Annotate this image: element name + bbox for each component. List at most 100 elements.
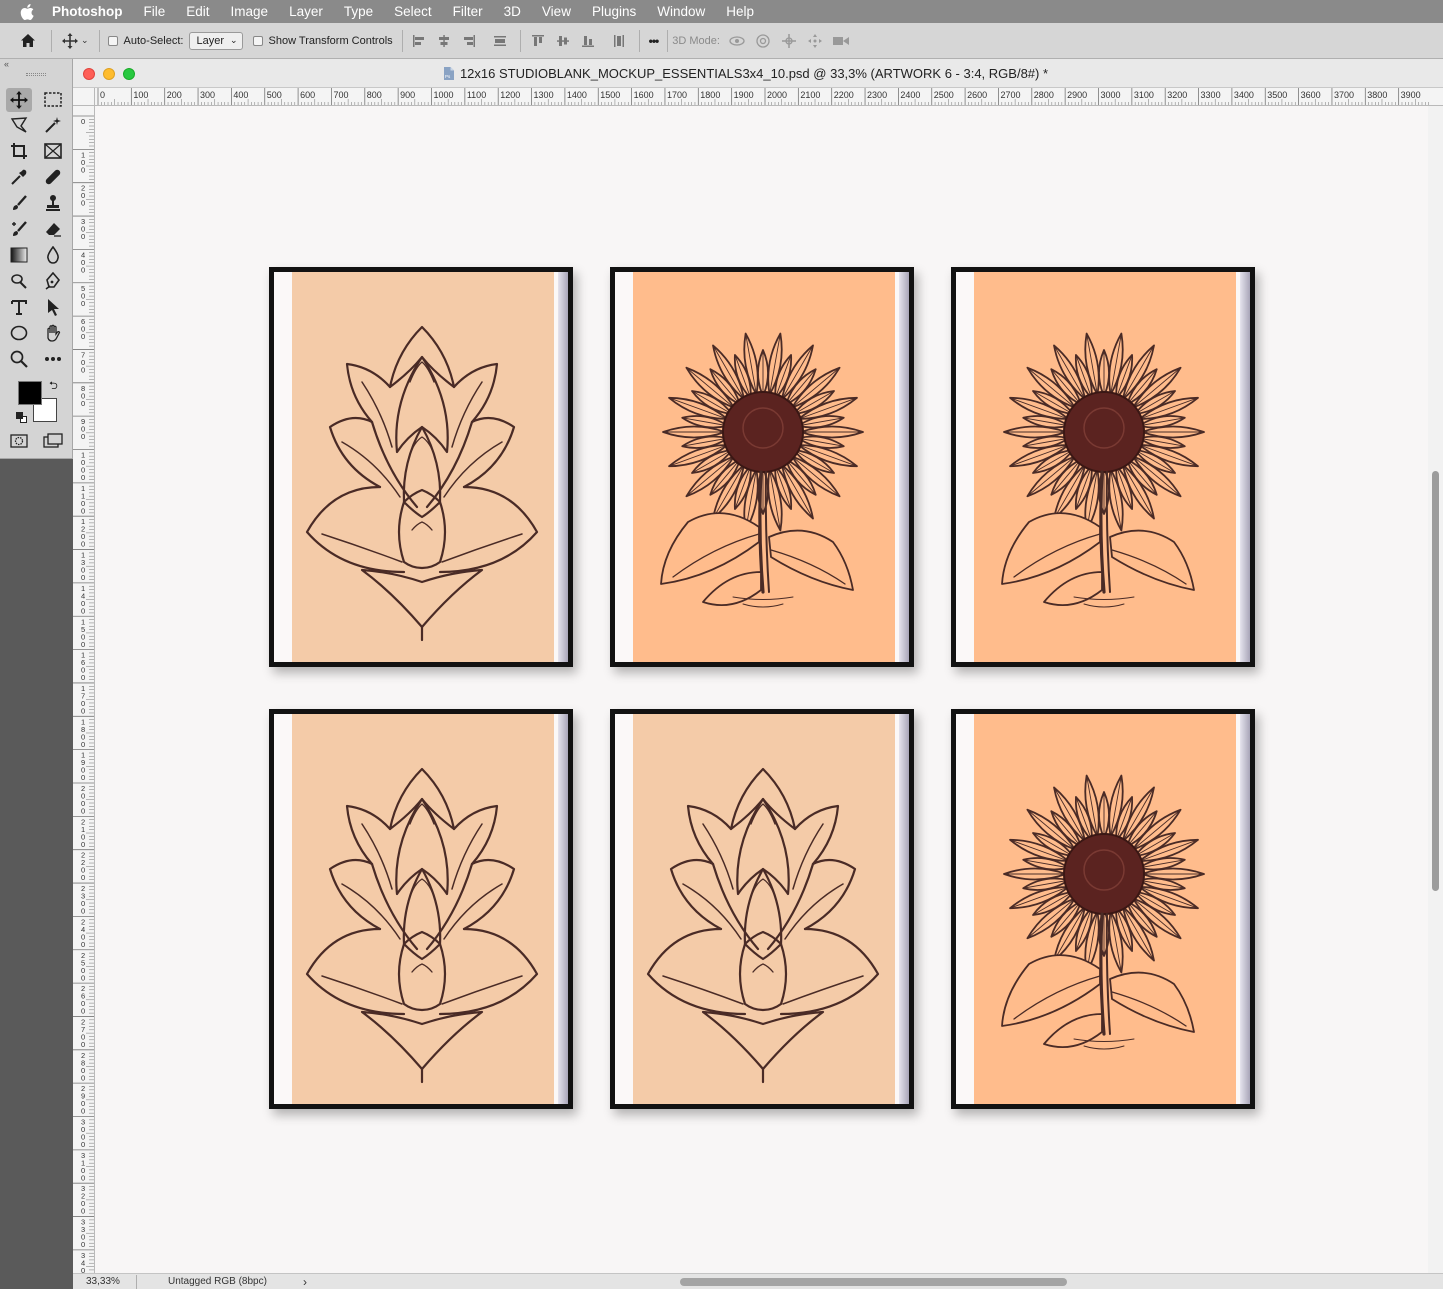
menu-select[interactable]: Select: [394, 4, 432, 19]
minimize-window-button[interactable]: [103, 68, 115, 80]
eyedropper-tool[interactable]: [6, 165, 32, 189]
picture-frame: [951, 709, 1255, 1109]
align-top-edges-icon[interactable]: [527, 30, 549, 52]
ruler-label: 1700: [667, 90, 687, 100]
brush-tool[interactable]: [6, 191, 32, 215]
distribute-horizontal-icon[interactable]: [608, 30, 630, 52]
ruler-label: 100: [81, 150, 85, 174]
horizontal-ruler[interactable]: 0 100 200 300 400 500 600 700 800 900 1000 1100 1200…: [95, 88, 1443, 106]
ruler-label: 300: [200, 90, 215, 100]
show-transform-label: Show Transform Controls: [268, 34, 393, 47]
ruler-label: 1900: [734, 90, 754, 100]
menu-3d[interactable]: 3D: [504, 4, 521, 19]
frame-mat: [615, 714, 909, 1104]
menu-layer[interactable]: Layer: [289, 4, 323, 19]
slide-3d-icon[interactable]: [804, 30, 826, 52]
options-bar: ⌄ Auto-Select: Layer ⌄ Show Transform Co…: [0, 23, 1443, 59]
zoom-tool[interactable]: [6, 347, 32, 371]
ruler-label: 2400: [81, 917, 85, 949]
auto-select-checkbox[interactable]: [107, 35, 118, 46]
crop-tool[interactable]: [6, 139, 32, 163]
swap-colors-icon[interactable]: ⮌: [49, 377, 58, 396]
document-canvas[interactable]: [95, 106, 1428, 1273]
edit-toolbar-icon[interactable]: [40, 347, 66, 371]
ruler-label: 2100: [81, 817, 85, 849]
menu-help[interactable]: Help: [726, 4, 754, 19]
roll-3d-icon[interactable]: [752, 30, 774, 52]
eraser-tool[interactable]: [40, 217, 66, 241]
default-colors-icon[interactable]: [16, 412, 28, 424]
ruler-origin[interactable]: [73, 88, 95, 106]
blur-tool[interactable]: [40, 243, 66, 267]
menu-edit[interactable]: Edit: [186, 4, 209, 19]
ruler-label: 1700: [81, 684, 85, 716]
ruler-label: 0: [81, 117, 85, 126]
ruler-label: 600: [81, 317, 85, 341]
frame-inner-shadow: [558, 714, 568, 1104]
ruler-label: 3200: [81, 1184, 85, 1216]
frame-tool[interactable]: [40, 139, 66, 163]
scale-3d-icon[interactable]: [830, 30, 852, 52]
hand-tool[interactable]: [40, 321, 66, 345]
align-left-edges-icon[interactable]: [408, 30, 430, 52]
auto-select-target-dropdown[interactable]: Layer ⌄: [189, 31, 243, 50]
pan-3d-icon[interactable]: [778, 30, 800, 52]
menu-file[interactable]: File: [144, 4, 166, 19]
horizontal-scroll-thumb[interactable]: [680, 1278, 1067, 1286]
move-tool-preset-icon[interactable]: [59, 30, 81, 52]
status-menu-arrow[interactable]: ›: [303, 1275, 307, 1289]
close-window-button[interactable]: [83, 68, 95, 80]
color-profile: Untagged RGB (8bpc): [168, 1276, 267, 1287]
menu-type[interactable]: Type: [344, 4, 373, 19]
quick-mask-icon[interactable]: [6, 429, 32, 453]
align-bottom-edges-icon[interactable]: [577, 30, 599, 52]
magic-wand-tool[interactable]: [40, 113, 66, 137]
pen-tool[interactable]: [40, 269, 66, 293]
panel-grip[interactable]: [26, 73, 46, 76]
dodge-tool[interactable]: [6, 269, 32, 293]
type-tool[interactable]: [6, 295, 32, 319]
ruler-label: 700: [333, 90, 348, 100]
clone-stamp-tool[interactable]: [40, 191, 66, 215]
vertical-ruler[interactable]: 0 100 200 300 400 500 600 700 800 900 10001100 1200…: [73, 106, 95, 1273]
zoom-level[interactable]: 33,33%: [86, 1276, 136, 1287]
menu-window[interactable]: Window: [657, 4, 705, 19]
menu-app-name[interactable]: Photoshop: [52, 4, 123, 19]
lasso-tool[interactable]: [6, 113, 32, 137]
history-brush-tool[interactable]: [6, 217, 32, 241]
distribute-vertical-icon[interactable]: [489, 30, 511, 52]
sunflower-artwork: [974, 272, 1236, 662]
chevron-down-icon[interactable]: ⌄: [81, 35, 89, 46]
gradient-tool[interactable]: [6, 243, 32, 267]
apple-logo-icon[interactable]: [20, 3, 34, 20]
vertical-scroll-thumb[interactable]: [1432, 471, 1439, 891]
vertical-align-controls: [527, 30, 630, 52]
menu-view[interactable]: View: [542, 4, 571, 19]
orbit-3d-icon[interactable]: [726, 30, 748, 52]
home-icon[interactable]: [17, 30, 39, 52]
menu-plugins[interactable]: Plugins: [592, 4, 636, 19]
spot-healing-brush-tool[interactable]: [40, 165, 66, 189]
ruler-label: 3700: [1334, 90, 1354, 100]
path-selection-tool[interactable]: [40, 295, 66, 319]
ruler-label: 2500: [81, 951, 85, 983]
ruler-label: 1000: [81, 451, 85, 483]
zoom-window-button[interactable]: [123, 68, 135, 80]
screen-mode-icon[interactable]: [40, 429, 66, 453]
align-vertical-centers-icon[interactable]: [552, 30, 574, 52]
align-right-edges-icon[interactable]: [458, 30, 480, 52]
vertical-scrollbar[interactable]: [1428, 106, 1443, 1273]
move-tool[interactable]: [6, 88, 32, 112]
ruler-label: 900: [400, 90, 415, 100]
rectangular-marquee-tool[interactable]: [40, 88, 66, 112]
ellipse-tool[interactable]: [6, 321, 32, 345]
lotus-artwork: [292, 714, 554, 1104]
collapse-panel-icon[interactable]: «: [4, 59, 9, 69]
foreground-color-swatch[interactable]: [18, 381, 42, 405]
menu-image[interactable]: Image: [231, 4, 269, 19]
show-transform-checkbox[interactable]: [252, 35, 263, 46]
ruler-label: 1200: [500, 90, 520, 100]
align-horizontal-centers-icon[interactable]: [433, 30, 455, 52]
menu-filter[interactable]: Filter: [453, 4, 483, 19]
more-options-button[interactable]: •••: [649, 34, 660, 48]
